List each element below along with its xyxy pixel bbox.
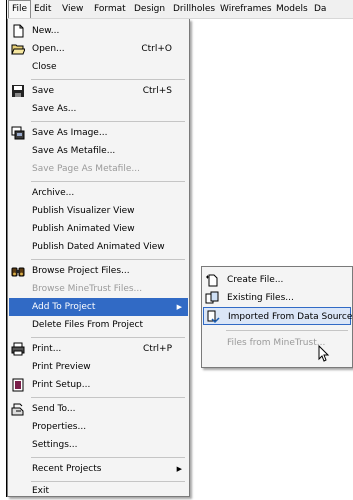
menu-item-exit[interactable]: Exit: [9, 482, 188, 500]
menu-edit[interactable]: Edit: [31, 0, 54, 18]
submenu-arrow-icon: ▶: [176, 303, 182, 311]
menu-item-label: Add To Project: [32, 302, 96, 312]
submenu-item-existing-files[interactable]: Existing Files...: [203, 289, 351, 307]
menu-item-label: Save: [32, 86, 55, 96]
menu-item-label: Save Page As Metafile...: [32, 164, 140, 174]
menu-item-label: Print...: [32, 344, 62, 354]
save-image-icon: [11, 126, 25, 140]
menu-item-label: Save As Metafile...: [32, 146, 116, 156]
import-data-icon: [207, 310, 220, 324]
menu-item-print-setup[interactable]: Print Setup...: [9, 376, 188, 394]
menu-separator: [31, 79, 185, 80]
menu-file[interactable]: File: [8, 0, 32, 18]
browse-binoculars-icon: [11, 267, 25, 277]
menu-format[interactable]: Format: [91, 0, 129, 18]
menu-item-label: Settings...: [32, 440, 78, 450]
menu-item-label: Send To...: [32, 404, 76, 414]
menu-item-label: Imported From Data Source...: [228, 312, 353, 322]
submenu-item-create-file[interactable]: Create File...: [203, 271, 351, 289]
menu-item-label: New...: [32, 26, 60, 36]
save-floppy-icon: [12, 85, 24, 97]
menu-item-label: Browse MineTrust Files...: [32, 284, 143, 294]
menu-item-label: Properties...: [32, 422, 87, 432]
file-menu: New... Open... Ctrl+O Close Save Ctrl+S …: [7, 19, 190, 497]
mouse-cursor-icon: [318, 345, 330, 362]
menu-item-settings[interactable]: Settings...: [9, 436, 188, 454]
menu-view[interactable]: View: [59, 0, 86, 18]
menu-item-label: Recent Projects: [32, 464, 102, 474]
menu-separator: [31, 457, 185, 458]
menu-item-save-as-metafile[interactable]: Save As Metafile...: [9, 142, 188, 160]
menu-item-label: Save As Image...: [32, 128, 108, 138]
shortcut-label: Ctrl+O: [141, 44, 172, 54]
menu-item-label: Files from MineTrust...: [227, 338, 326, 348]
menu-item-publish-animated-view[interactable]: Publish Animated View: [9, 220, 188, 238]
menu-item-label: Browse Project Files...: [32, 266, 130, 276]
menu-item-send-to[interactable]: Send To...: [9, 400, 188, 418]
send-to-icon: [11, 403, 24, 416]
menu-drillholes[interactable]: Drillholes: [170, 0, 218, 18]
submenu-arrow-icon: ▶: [176, 465, 182, 473]
menu-separator: [31, 181, 185, 182]
menu-separator: [31, 397, 185, 398]
printer-icon: [11, 342, 25, 356]
new-file-icon: [13, 24, 24, 38]
menu-item-label: Existing Files...: [227, 293, 294, 303]
menu-separator: [31, 259, 185, 260]
menu-data[interactable]: Da: [311, 0, 329, 18]
menu-item-label: Close: [32, 62, 57, 72]
print-setup-icon: [12, 378, 24, 392]
menu-separator: [31, 337, 185, 338]
submenu-item-imported-from-data-source[interactable]: Imported From Data Source...: [203, 307, 353, 325]
menu-wireframes[interactable]: Wireframes: [217, 0, 275, 18]
menu-item-label: Publish Dated Animated View: [32, 242, 165, 252]
menu-item-publish-visualizer-view[interactable]: Publish Visualizer View: [9, 202, 188, 220]
shortcut-label: Ctrl+P: [143, 344, 172, 354]
menu-item-recent-projects[interactable]: Recent Projects ▶: [9, 460, 188, 478]
menu-item-label: Archive...: [32, 188, 75, 198]
menu-item-delete-files-from-project[interactable]: Delete Files From Project: [9, 316, 188, 334]
menu-item-properties[interactable]: Properties...: [9, 418, 188, 436]
open-folder-icon: [11, 44, 25, 55]
menu-separator: [226, 330, 348, 331]
add-to-project-submenu: Create File... Existing Files... Importe…: [201, 266, 353, 368]
existing-files-icon: [205, 291, 219, 304]
menu-item-label: Print Setup...: [32, 380, 91, 390]
menu-item-label: Print Preview: [32, 362, 91, 372]
menu-item-browse-project-files[interactable]: Browse Project Files...: [9, 262, 188, 280]
menu-item-archive[interactable]: Archive...: [9, 184, 188, 202]
shortcut-label: Ctrl+S: [142, 86, 172, 96]
menu-separator: [31, 121, 185, 122]
menu-item-save-as-image[interactable]: Save As Image...: [9, 124, 188, 142]
menu-item-label: Open...: [32, 44, 65, 54]
menu-item-print-preview[interactable]: Print Preview: [9, 358, 188, 376]
create-file-icon: [206, 274, 218, 287]
menu-item-save-as[interactable]: Save As...: [9, 100, 188, 118]
menu-item-save[interactable]: Save Ctrl+S: [9, 82, 188, 100]
menu-item-open[interactable]: Open... Ctrl+O: [9, 40, 188, 58]
menu-bar: File Edit View Format Design Drillholes …: [7, 0, 353, 19]
menu-item-label: Publish Visualizer View: [32, 206, 135, 216]
menu-item-label: Create File...: [227, 275, 284, 285]
menu-item-print[interactable]: Print... Ctrl+P: [9, 340, 188, 358]
menu-item-browse-minetrust-files: Browse MineTrust Files...: [9, 280, 188, 298]
menu-item-save-page-as-metafile: Save Page As Metafile...: [9, 160, 188, 178]
menu-item-add-to-project[interactable]: Add To Project ▶: [9, 298, 188, 316]
menu-item-publish-dated-animated-view[interactable]: Publish Dated Animated View: [9, 238, 188, 256]
menu-item-close[interactable]: Close: [9, 58, 188, 76]
menu-item-label: Exit: [32, 486, 50, 496]
menu-item-label: Save As...: [32, 104, 77, 114]
menu-models[interactable]: Models: [273, 0, 311, 18]
menu-item-label: Delete Files From Project: [32, 320, 143, 330]
menu-item-new[interactable]: New...: [9, 22, 188, 40]
menu-item-label: Publish Animated View: [32, 224, 135, 234]
menu-design[interactable]: Design: [131, 0, 168, 18]
